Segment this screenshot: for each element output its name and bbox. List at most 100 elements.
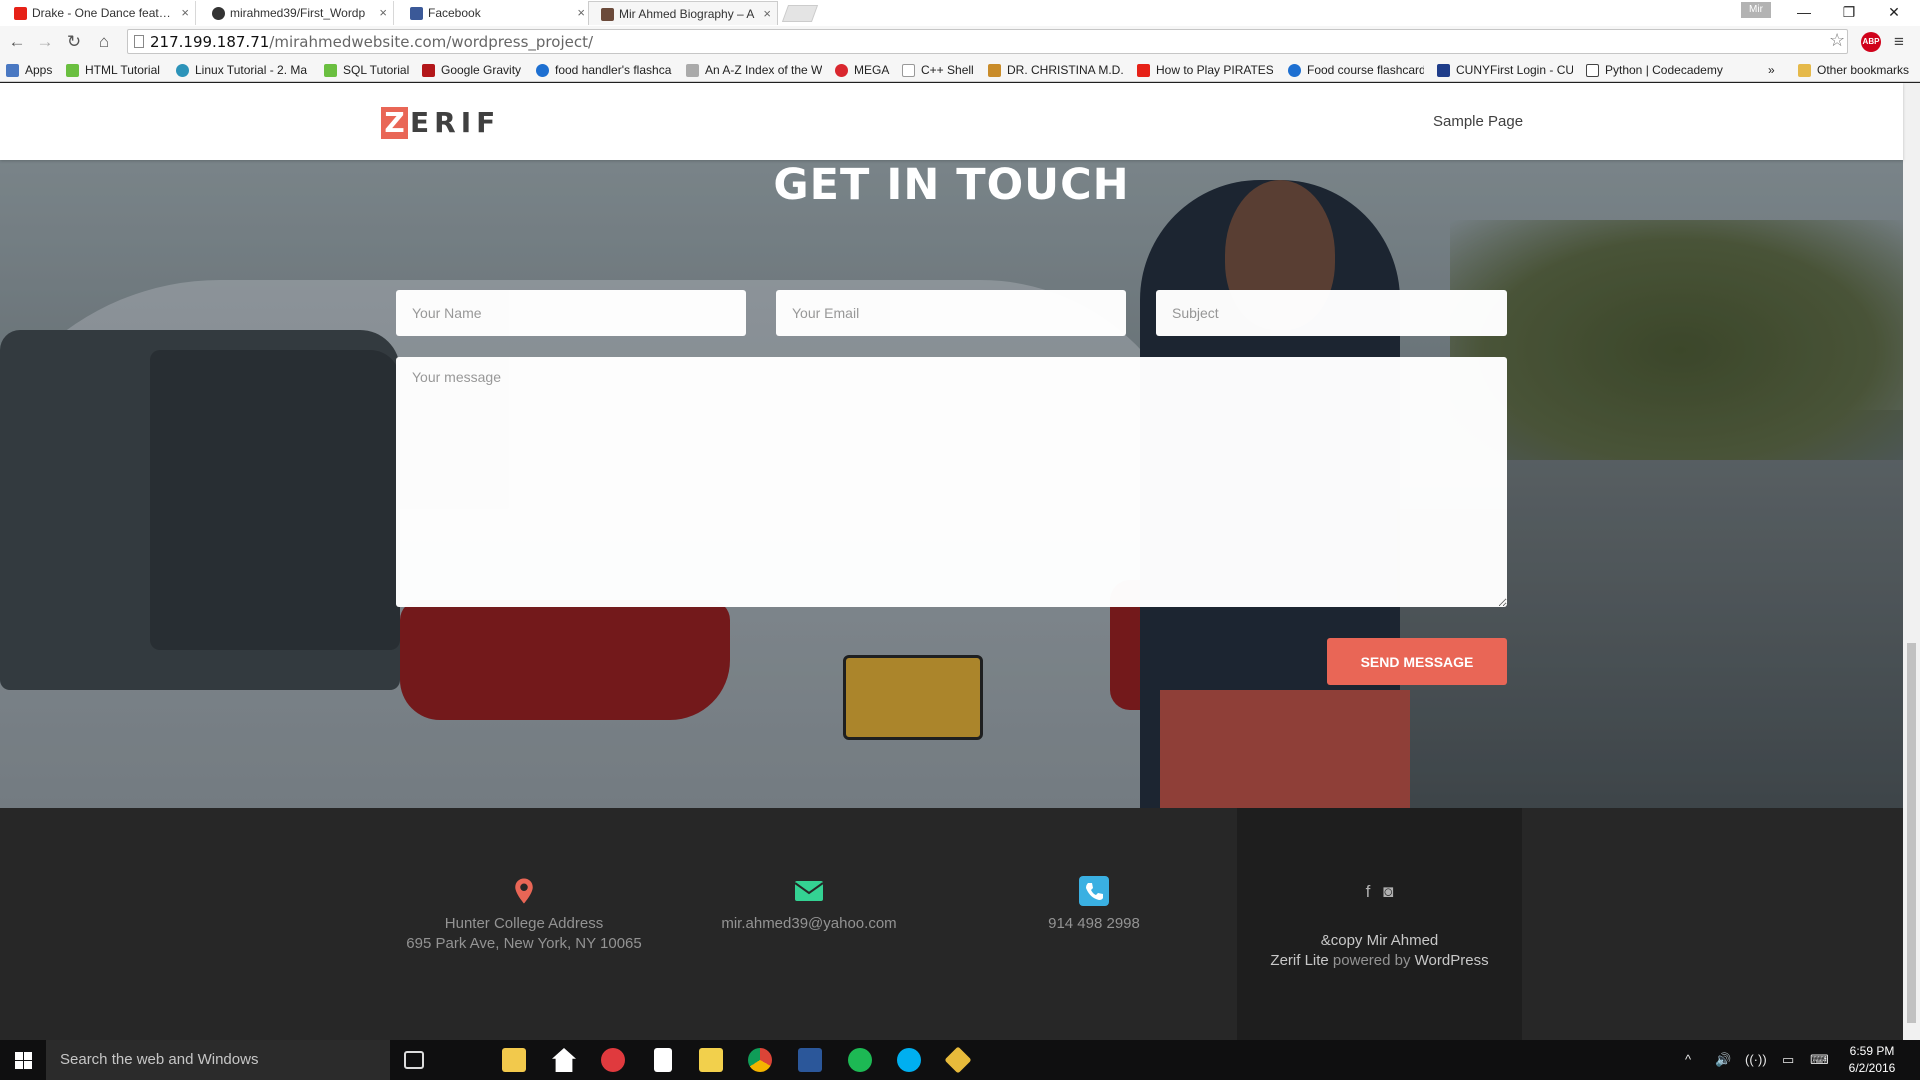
name-input[interactable] bbox=[396, 290, 746, 336]
bookmark-label: CUNYFirst Login - CU bbox=[1456, 63, 1573, 77]
notifications-icon[interactable]: ▭ bbox=[1782, 1040, 1794, 1080]
nav-sample-page[interactable]: Sample Page bbox=[1433, 113, 1523, 130]
globe-icon bbox=[176, 64, 189, 77]
message-textarea[interactable] bbox=[396, 357, 1507, 607]
bookmark-sql-tutorial[interactable]: SQL Tutorial bbox=[324, 62, 414, 78]
bookmark-star-icon[interactable]: ☆ bbox=[1829, 30, 1845, 51]
theme-link[interactable]: Zerif Lite bbox=[1270, 952, 1328, 969]
wordpress-link[interactable]: WordPress bbox=[1415, 952, 1489, 969]
site-logo[interactable]: Z ERIF bbox=[381, 107, 500, 139]
close-icon[interactable]: × bbox=[181, 1, 189, 25]
cuny-icon bbox=[1437, 64, 1450, 77]
scrollbar-thumb[interactable] bbox=[1907, 643, 1916, 1023]
new-tab-button[interactable] bbox=[781, 5, 819, 22]
bookmark-az-index[interactable]: An A-Z Index of the W bbox=[686, 62, 822, 78]
envelope-icon bbox=[794, 881, 824, 901]
folder-icon[interactable] bbox=[699, 1048, 723, 1072]
bookmark-food-course[interactable]: Food course flashcard bbox=[1288, 62, 1424, 78]
other-bookmarks[interactable]: Other bookmarks bbox=[1798, 62, 1918, 78]
bookmark-dr-christina[interactable]: DR. CHRISTINA M.D. 1 bbox=[988, 62, 1124, 78]
phone-text: 914 498 2998 bbox=[1048, 915, 1140, 932]
facebook-icon[interactable]: f bbox=[1366, 882, 1371, 901]
windows-start-button[interactable] bbox=[0, 1040, 46, 1080]
footer-email: mir.ahmed39@yahoo.com bbox=[665, 876, 953, 934]
spotify-icon[interactable] bbox=[848, 1048, 872, 1072]
app-icon[interactable] bbox=[944, 1046, 972, 1074]
bookmark-html-tutorial[interactable]: HTML Tutorial bbox=[66, 62, 166, 78]
tab-github[interactable]: mirahmed39/First_Wordp × bbox=[200, 1, 394, 25]
instagram-icon[interactable]: ◙ bbox=[1383, 882, 1393, 901]
send-message-button[interactable]: SEND MESSAGE bbox=[1327, 638, 1507, 685]
codecademy-icon bbox=[1586, 64, 1599, 77]
bookmark-label: Food course flashcard bbox=[1307, 63, 1424, 77]
file-explorer-icon[interactable] bbox=[502, 1048, 526, 1072]
taskbar-search-input[interactable]: Search the web and Windows bbox=[46, 1040, 390, 1080]
bookmark-pirates[interactable]: How to Play PIRATES bbox=[1137, 62, 1273, 78]
bookmark-label: An A-Z Index of the W bbox=[705, 63, 822, 77]
site-header: Z ERIF Sample Page bbox=[0, 83, 1903, 160]
back-button[interactable]: ← bbox=[6, 32, 28, 52]
keyboard-icon[interactable]: ⌨ bbox=[1810, 1040, 1829, 1080]
bookmark-google-gravity[interactable]: Google Gravity bbox=[422, 62, 526, 78]
email-input[interactable] bbox=[776, 290, 1126, 336]
tab-strip: Drake - One Dance feat. K × mirahmed39/F… bbox=[0, 0, 1920, 26]
skype-icon[interactable] bbox=[897, 1048, 921, 1072]
document-icon[interactable] bbox=[654, 1048, 672, 1072]
adblock-plus-icon[interactable]: ABP bbox=[1861, 32, 1881, 52]
minimize-button[interactable]: — bbox=[1789, 2, 1819, 22]
url-input[interactable]: 217.199.187.71/mirahmedwebsite.com/wordp… bbox=[127, 29, 1848, 54]
subject-input[interactable] bbox=[1156, 290, 1507, 336]
site-favicon-icon bbox=[601, 8, 614, 21]
tab-mir-ahmed[interactable]: Mir Ahmed Biography – A × bbox=[588, 1, 778, 25]
bookmarks-bar: Apps HTML Tutorial Linux Tutorial - 2. M… bbox=[0, 58, 1920, 82]
github-icon bbox=[212, 7, 225, 20]
bookmarks-overflow-button[interactable]: » bbox=[1768, 62, 1788, 78]
home-icon[interactable] bbox=[552, 1048, 576, 1072]
tab-facebook[interactable]: Facebook × bbox=[398, 1, 592, 25]
restore-button[interactable]: ❐ bbox=[1834, 2, 1864, 22]
close-icon[interactable]: × bbox=[379, 1, 387, 25]
tray-chevron-icon[interactable]: ^ bbox=[1685, 1040, 1691, 1080]
network-icon[interactable]: ((·)) bbox=[1745, 1040, 1767, 1080]
phone-icon bbox=[1079, 876, 1109, 906]
bookmark-python-codecademy[interactable]: Python | Codecademy bbox=[1586, 62, 1730, 78]
site-icon bbox=[988, 64, 1001, 77]
page-icon bbox=[902, 64, 915, 77]
home-button[interactable]: ⌂ bbox=[93, 32, 115, 52]
user-profile-badge[interactable]: Mir bbox=[1741, 2, 1771, 18]
contact-section: GET IN TOUCH SEND MESSAGE bbox=[0, 160, 1903, 808]
close-icon[interactable]: × bbox=[577, 1, 585, 25]
tab-title: Mir Ahmed Biography – A bbox=[619, 7, 755, 21]
email-text[interactable]: mir.ahmed39@yahoo.com bbox=[665, 914, 953, 934]
page-scrollbar[interactable] bbox=[1903, 83, 1920, 1040]
footer-phone: 914 498 2998 bbox=[950, 876, 1238, 934]
volume-icon[interactable]: 🔊 bbox=[1715, 1040, 1731, 1080]
url-text: 217.199.187.71/mirahmedwebsite.com/wordp… bbox=[150, 33, 593, 51]
chrome-menu-icon[interactable]: ≡ bbox=[1894, 32, 1904, 52]
close-icon[interactable]: × bbox=[763, 2, 771, 25]
bookmark-cpp-shell[interactable]: C++ Shell bbox=[902, 62, 978, 78]
word-icon[interactable] bbox=[798, 1048, 822, 1072]
folder-icon bbox=[1798, 64, 1811, 77]
url-host: 217.199.187.71 bbox=[150, 33, 270, 51]
bookmark-label: food handler's flashca bbox=[555, 63, 672, 77]
apps-grid-icon bbox=[6, 64, 19, 77]
bookmark-linux-tutorial[interactable]: Linux Tutorial - 2. Ma bbox=[176, 62, 312, 78]
close-window-button[interactable]: ✕ bbox=[1879, 2, 1909, 22]
forward-button[interactable]: → bbox=[34, 32, 56, 52]
page-icon bbox=[134, 35, 144, 48]
copyright-text: &copy Mir Ahmed bbox=[1320, 932, 1439, 949]
cloud-app-icon[interactable] bbox=[601, 1048, 625, 1072]
bookmark-apps[interactable]: Apps bbox=[6, 62, 56, 78]
chrome-icon[interactable] bbox=[748, 1048, 772, 1072]
address-line2: 695 Park Ave, New York, NY 10065 bbox=[406, 935, 642, 952]
bookmark-label: MEGA bbox=[854, 63, 890, 77]
system-clock[interactable]: 6:59 PM 6/2/2016 bbox=[1835, 1043, 1909, 1077]
task-view-icon[interactable] bbox=[404, 1051, 424, 1069]
bookmark-cunyfirst[interactable]: CUNYFirst Login - CU bbox=[1437, 62, 1573, 78]
reload-button[interactable]: ↻ bbox=[63, 32, 85, 52]
tab-drake[interactable]: Drake - One Dance feat. K × bbox=[2, 1, 196, 25]
bookmark-food-handler[interactable]: food handler's flashca bbox=[536, 62, 672, 78]
bookmark-mega[interactable]: MEGA bbox=[835, 62, 895, 78]
tab-title: Drake - One Dance feat. K bbox=[32, 6, 173, 20]
